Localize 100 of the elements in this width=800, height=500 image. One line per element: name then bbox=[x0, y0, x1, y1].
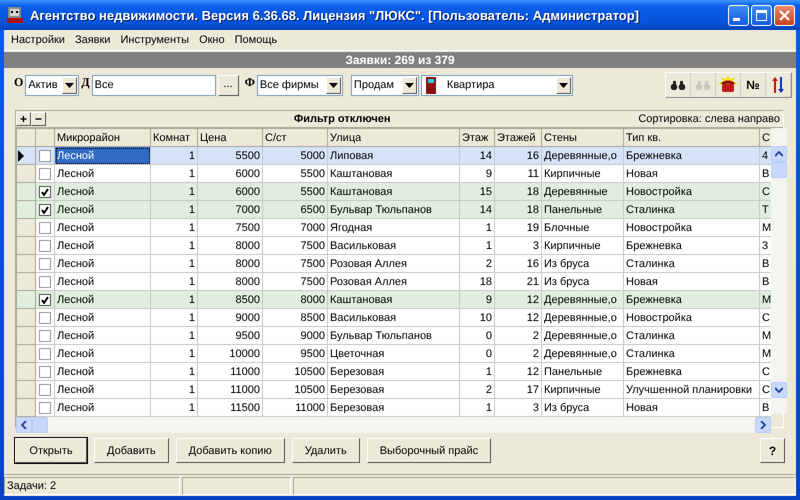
checkbox[interactable] bbox=[39, 402, 51, 414]
action-button[interactable]: Открыть bbox=[15, 438, 87, 463]
checkbox[interactable] bbox=[39, 240, 51, 252]
table-cell: 16 bbox=[494, 146, 542, 164]
scroll-right-button[interactable] bbox=[755, 417, 771, 433]
maximize-icon bbox=[756, 10, 767, 20]
scroll-up-button[interactable] bbox=[771, 146, 787, 162]
help-button[interactable]: ? bbox=[760, 438, 785, 463]
checkbox[interactable] bbox=[39, 312, 51, 324]
deal-dropdown[interactable]: Продам bbox=[350, 74, 419, 96]
menu-item[interactable]: Настройки bbox=[6, 32, 70, 48]
number-button[interactable]: № bbox=[741, 73, 766, 97]
menu-item[interactable]: Заявки bbox=[70, 32, 116, 48]
table-cell: Ягодная bbox=[328, 218, 460, 236]
door-icon bbox=[424, 76, 437, 94]
menu-item[interactable]: Окно bbox=[194, 32, 230, 48]
table-cell: Розовая Аллея bbox=[328, 254, 460, 272]
minimize-icon bbox=[733, 18, 740, 20]
action-button[interactable]: Выборочный прайс bbox=[366, 438, 492, 463]
table-cell: 1 bbox=[150, 326, 198, 344]
column-header[interactable]: Цена bbox=[198, 128, 262, 146]
menu-item[interactable]: Помощь bbox=[230, 32, 282, 48]
scroll-thumb[interactable] bbox=[32, 417, 48, 433]
column-header[interactable]: Тип кв. bbox=[624, 128, 760, 146]
scroll-thumb[interactable] bbox=[771, 162, 787, 178]
action-button[interactable]: Удалить bbox=[292, 438, 360, 463]
table-cell: Новостройка bbox=[624, 308, 760, 326]
checkbox[interactable] bbox=[39, 222, 51, 234]
table-cell: 14 bbox=[460, 146, 494, 164]
close-button[interactable] bbox=[774, 4, 795, 26]
checkbox[interactable] bbox=[39, 348, 51, 360]
menu-item[interactable]: Инструменты bbox=[115, 32, 194, 48]
table-cell: Брежневка bbox=[624, 290, 760, 308]
column-header[interactable]: Стены bbox=[542, 128, 624, 146]
column-header[interactable]: Улица bbox=[328, 128, 460, 146]
checkbox[interactable] bbox=[39, 168, 51, 180]
column-header[interactable]: Микрорайон bbox=[54, 128, 150, 146]
column-header[interactable]: Комнат bbox=[150, 128, 198, 146]
close-icon bbox=[779, 10, 790, 20]
table-cell: Кирпичные bbox=[542, 380, 624, 398]
table-cell: 12 bbox=[494, 308, 542, 326]
column-header[interactable]: С bbox=[760, 128, 771, 146]
table-cell: 2 bbox=[460, 380, 494, 398]
filter-status: Фильтр отключен bbox=[292, 113, 392, 125]
table-cell: 2 bbox=[494, 326, 542, 344]
row-indicator[interactable] bbox=[16, 146, 36, 164]
table-cell: 15 bbox=[460, 182, 494, 200]
table-cell: 7500 bbox=[198, 218, 262, 236]
checkbox[interactable] bbox=[39, 366, 51, 378]
table-cell: 1 bbox=[150, 290, 198, 308]
table-cell: 1 bbox=[460, 218, 494, 236]
column-header[interactable]: Этажей bbox=[494, 128, 542, 146]
table-cell: 0 bbox=[460, 326, 494, 344]
table-cell: 6500 bbox=[262, 200, 328, 218]
table-cell: 5500 bbox=[198, 146, 262, 164]
add-button[interactable]: + bbox=[16, 112, 31, 126]
checkbox[interactable] bbox=[39, 330, 51, 342]
column-header[interactable]: С/ст bbox=[262, 128, 328, 146]
minimize-button[interactable] bbox=[728, 4, 749, 26]
date-field[interactable]: Все bbox=[92, 74, 216, 96]
remove-button[interactable]: − bbox=[31, 112, 46, 126]
table-cell: Брежневка bbox=[624, 146, 760, 164]
scroll-down-button[interactable] bbox=[771, 382, 787, 398]
column-header[interactable]: Этаж bbox=[460, 128, 494, 146]
table-cell: 18 bbox=[494, 182, 542, 200]
table-cell: Лесной bbox=[54, 380, 150, 398]
table-cell: 1 bbox=[150, 362, 198, 380]
table-cell: 1 bbox=[150, 182, 198, 200]
checkbox[interactable] bbox=[39, 294, 51, 306]
table-cell: Лесной bbox=[54, 182, 150, 200]
action-button[interactable]: Добавить bbox=[94, 438, 169, 463]
table-cell: Панельные bbox=[542, 362, 624, 380]
browse-button[interactable]: ... bbox=[218, 74, 239, 96]
action-button[interactable]: Добавить копию bbox=[176, 438, 285, 463]
table-cell: 10500 bbox=[262, 362, 328, 380]
table-cell: 7000 bbox=[198, 200, 262, 218]
table-cell: 8500 bbox=[198, 290, 262, 308]
checkbox[interactable] bbox=[39, 276, 51, 288]
table-cell: Липовая bbox=[328, 146, 460, 164]
table-cell: 9500 bbox=[198, 326, 262, 344]
table-cell: 1 bbox=[150, 218, 198, 236]
dropdown-arrow-icon bbox=[65, 82, 74, 88]
phone-button[interactable] bbox=[716, 73, 741, 97]
scroll-left-button[interactable] bbox=[16, 417, 32, 433]
table-cell: 11000 bbox=[198, 380, 262, 398]
table-cell: Березовая bbox=[328, 362, 460, 380]
checkbox[interactable] bbox=[39, 150, 51, 162]
checkbox[interactable] bbox=[39, 204, 51, 216]
table-cell: 17 bbox=[494, 380, 542, 398]
table-cell: Деревянные,о bbox=[542, 146, 624, 164]
checkbox[interactable] bbox=[39, 186, 51, 198]
table-cell: Лесной bbox=[54, 254, 150, 272]
property-type-dropdown[interactable]: Квартира bbox=[420, 74, 573, 96]
table-cell: Сталинка bbox=[624, 344, 760, 362]
checkbox[interactable] bbox=[39, 384, 51, 396]
checkbox[interactable] bbox=[39, 258, 51, 270]
maximize-button[interactable] bbox=[751, 4, 772, 26]
table-cell: 1 bbox=[150, 344, 198, 362]
status-dropdown[interactable]: Актив bbox=[25, 74, 80, 96]
firm-dropdown[interactable]: Все фирмы bbox=[256, 74, 343, 96]
